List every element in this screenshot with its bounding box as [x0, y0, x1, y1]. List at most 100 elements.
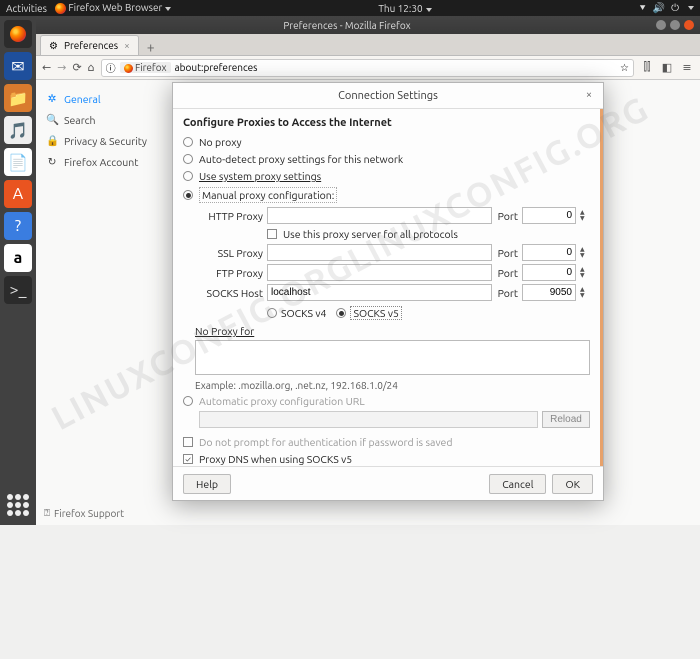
- radio-icon: [267, 308, 277, 318]
- port-label: Port: [496, 267, 518, 279]
- spinner-icon[interactable]: ▲▼: [580, 247, 590, 259]
- checkbox-no-prompt[interactable]: Do not prompt for authentication if pass…: [183, 435, 590, 449]
- nav-fxaccount[interactable]: ↻Firefox Account: [44, 151, 148, 172]
- network-icon[interactable]: ⯆: [639, 2, 647, 14]
- http-proxy-row: HTTP Proxy Port ▲▼: [195, 207, 590, 224]
- radio-manual[interactable]: Manual proxy configuration:: [183, 186, 590, 204]
- ssl-port-input[interactable]: [522, 244, 576, 261]
- spinner-icon[interactable]: ▲▼: [580, 267, 590, 279]
- ssl-proxy-input[interactable]: [267, 244, 492, 261]
- volume-icon[interactable]: 🔊: [653, 2, 665, 14]
- checkbox-share-proxy[interactable]: Use this proxy server for all protocols: [267, 227, 590, 241]
- radio-use-system[interactable]: Use system proxy settings: [183, 169, 590, 183]
- firefox-support-link[interactable]: ⍰Firefox Support: [44, 507, 124, 519]
- ftp-port-input[interactable]: [522, 264, 576, 281]
- nav-general[interactable]: ✲General: [44, 88, 148, 109]
- home-button[interactable]: ⌂: [88, 61, 95, 74]
- menu-button[interactable]: ≡: [680, 61, 694, 74]
- ok-button[interactable]: OK: [552, 474, 593, 494]
- ftp-proxy-input[interactable]: [267, 264, 492, 281]
- toolbar: ← → ⟳ ⌂ ⓘ Firefox about:preferences ☆ ⫿⫿…: [36, 56, 700, 80]
- url-bar[interactable]: ⓘ Firefox about:preferences ☆: [101, 59, 634, 77]
- sidebar-button[interactable]: ◧: [660, 61, 674, 74]
- radio-icon: [183, 154, 193, 164]
- socks-version-row: SOCKS v4 SOCKS v5: [267, 304, 590, 322]
- window-minimize[interactable]: [656, 20, 666, 30]
- gear-icon: ✲: [46, 92, 58, 105]
- ubuntu-dock: ✉ 📁 🎵 📄 A ? a >_: [0, 16, 36, 525]
- checkbox-icon: [183, 437, 193, 447]
- firefox-icon: [55, 3, 66, 14]
- identity-icon[interactable]: ⓘ: [106, 60, 116, 75]
- radio-no-proxy[interactable]: No proxy: [183, 135, 590, 149]
- no-proxy-for-input[interactable]: [195, 340, 590, 375]
- dock-thunderbird[interactable]: ✉: [4, 52, 32, 80]
- no-proxy-example: Example: .mozilla.org, .net.nz, 192.168.…: [195, 380, 590, 391]
- gnome-top-panel: Activities Firefox Web Browser Thu 12:30…: [0, 0, 700, 16]
- spinner-icon[interactable]: ▲▼: [580, 210, 590, 222]
- no-proxy-for-label: No Proxy for: [195, 325, 590, 337]
- dock-rhythmbox[interactable]: 🎵: [4, 116, 32, 144]
- library-button[interactable]: ⫿⫿: [640, 61, 654, 74]
- url-text: about:preferences: [175, 62, 258, 73]
- preferences-nav: ✲General 🔍Search 🔒Privacy & Security ↻Fi…: [36, 80, 156, 525]
- firefox-icon: [10, 26, 26, 42]
- dialog-body: Configure Proxies to Access the Internet…: [173, 109, 603, 466]
- checkbox-proxy-dns[interactable]: Proxy DNS when using SOCKS v5: [183, 452, 590, 466]
- cancel-button[interactable]: Cancel: [489, 474, 546, 494]
- dock-firefox[interactable]: [4, 20, 32, 48]
- dialog-titlebar: Connection Settings ×: [173, 83, 603, 109]
- dialog-title: Connection Settings: [338, 90, 438, 102]
- socks-port-input[interactable]: [522, 284, 576, 301]
- socks-host-input[interactable]: [267, 284, 492, 301]
- nav-privacy[interactable]: 🔒Privacy & Security: [44, 130, 148, 151]
- checkbox-icon: [183, 454, 193, 464]
- radio-icon: [183, 190, 193, 200]
- url-badge: Firefox: [120, 62, 171, 73]
- dock-help[interactable]: ?: [4, 212, 32, 240]
- tab-preferences[interactable]: ⚙ Preferences ×: [40, 35, 139, 55]
- new-tab-button[interactable]: +: [139, 39, 163, 55]
- ftp-proxy-row: FTP Proxy Port ▲▼: [195, 264, 590, 281]
- window-title: Preferences - Mozilla Firefox: [42, 20, 652, 31]
- socks-host-row: SOCKS Host Port ▲▼: [195, 284, 590, 301]
- bookmark-star[interactable]: ☆: [620, 62, 629, 74]
- radio-icon: [183, 396, 193, 406]
- dialog-close[interactable]: ×: [581, 87, 597, 103]
- pac-row: Reload: [199, 411, 590, 428]
- dock-software[interactable]: A: [4, 180, 32, 208]
- help-button[interactable]: Help: [183, 474, 231, 494]
- dock-amazon[interactable]: a: [4, 244, 32, 272]
- search-icon: 🔍: [46, 113, 58, 126]
- port-label: Port: [496, 210, 518, 222]
- port-label: Port: [496, 247, 518, 259]
- window-close[interactable]: [684, 20, 694, 30]
- spinner-icon[interactable]: ▲▼: [580, 287, 590, 299]
- reload-button[interactable]: ⟳: [72, 61, 81, 74]
- tab-label: Preferences: [64, 40, 118, 51]
- window-maximize[interactable]: [670, 20, 680, 30]
- titlebar: Preferences - Mozilla Firefox: [36, 16, 700, 34]
- dock-files[interactable]: 📁: [4, 84, 32, 112]
- radio-socks5[interactable]: SOCKS v5: [336, 305, 401, 321]
- http-proxy-input[interactable]: [267, 207, 492, 224]
- show-applications[interactable]: [4, 491, 32, 519]
- nav-search[interactable]: 🔍Search: [44, 109, 148, 130]
- back-button[interactable]: ←: [42, 61, 51, 74]
- clock[interactable]: Thu 12:30: [378, 3, 422, 14]
- dock-terminal[interactable]: >_: [4, 276, 32, 304]
- radio-pac[interactable]: Automatic proxy configuration URL: [183, 394, 590, 408]
- activities-button[interactable]: Activities: [6, 3, 47, 14]
- app-menu[interactable]: Firefox Web Browser: [55, 2, 171, 14]
- ftp-proxy-label: FTP Proxy: [195, 267, 263, 279]
- pac-url-input: [199, 411, 538, 428]
- radio-socks4[interactable]: SOCKS v4: [267, 306, 326, 320]
- tab-close[interactable]: ×: [124, 40, 130, 51]
- question-icon: ⍰: [44, 507, 50, 519]
- dialog-footer: Help Cancel OK: [173, 466, 603, 500]
- connection-settings-dialog: Connection Settings × Configure Proxies …: [172, 82, 604, 501]
- radio-auto-detect[interactable]: Auto-detect proxy settings for this netw…: [183, 152, 590, 166]
- power-icon[interactable]: ⏻: [671, 2, 679, 14]
- http-port-input[interactable]: [522, 207, 576, 224]
- dock-writer[interactable]: 📄: [4, 148, 32, 176]
